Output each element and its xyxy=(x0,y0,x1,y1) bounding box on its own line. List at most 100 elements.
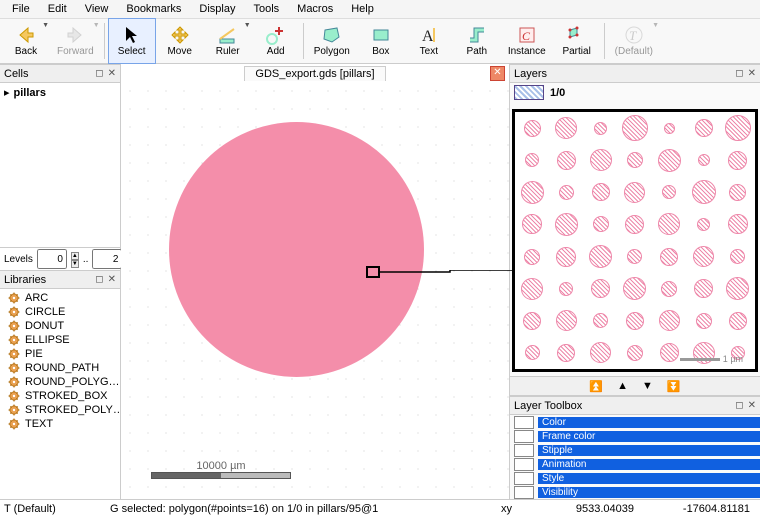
back-button[interactable]: ▼ Back xyxy=(2,18,50,64)
status-selection: G selected: polygon(#points=16) on 1/0 i… xyxy=(110,503,456,515)
prop-swatch xyxy=(514,430,534,443)
level-low-input[interactable] xyxy=(37,249,67,269)
toolbar-label: Select xyxy=(118,46,146,57)
menu-tools[interactable]: Tools xyxy=(245,1,287,17)
menu-file[interactable]: File xyxy=(4,1,38,17)
gear-icon xyxy=(8,418,20,430)
toolbar-label: Add xyxy=(267,46,285,57)
library-name: STROKED_POLY… xyxy=(25,404,120,416)
close-icon[interactable]: ✕ xyxy=(108,274,116,285)
path-button[interactable]: Path xyxy=(453,18,501,64)
toolbox-prop[interactable]: Visibility xyxy=(510,485,760,499)
layout-canvas[interactable]: 10000 µm xyxy=(121,82,509,499)
library-item[interactable]: STROKED_BOX xyxy=(2,389,118,403)
panel-title: Layers xyxy=(514,68,547,80)
undock-icon[interactable]: ◻ xyxy=(95,68,103,79)
prop-label: Visibility xyxy=(538,487,760,498)
selection-marker[interactable] xyxy=(366,266,380,278)
toolbox-prop[interactable]: Style xyxy=(510,471,760,485)
dropdown-icon[interactable]: ▼ xyxy=(244,22,251,29)
add-button[interactable]: Add xyxy=(252,18,300,64)
status-y: -17604.81181 xyxy=(650,503,756,515)
status-mode: T (Default) xyxy=(4,503,94,515)
dropdown-icon[interactable]: ▼ xyxy=(93,22,100,29)
library-item[interactable]: DONUT xyxy=(2,319,118,333)
polygon-button[interactable]: Polygon xyxy=(307,18,357,64)
layer-item[interactable]: 1/0 xyxy=(514,85,756,100)
menu-macros[interactable]: Macros xyxy=(289,1,341,17)
prop-label: Frame color xyxy=(538,431,760,442)
panel-title: Cells xyxy=(4,68,28,80)
default-button[interactable]: T ▼ (Default) xyxy=(608,18,660,64)
close-icon[interactable]: ✕ xyxy=(108,68,116,79)
menu-display[interactable]: Display xyxy=(191,1,243,17)
menu-help[interactable]: Help xyxy=(343,1,382,17)
nav-down-double-icon[interactable]: ⏬ xyxy=(663,380,685,393)
instance-icon: C xyxy=(517,25,537,45)
level-high-input[interactable] xyxy=(92,249,122,269)
library-item[interactable]: ELLIPSE xyxy=(2,333,118,347)
pillar-circle xyxy=(592,183,610,201)
menu-edit[interactable]: Edit xyxy=(40,1,75,17)
zoom-scale-bar: 1 µm xyxy=(680,354,743,364)
expand-icon[interactable]: ▸ xyxy=(4,86,10,99)
move-button[interactable]: Move xyxy=(156,18,204,64)
layers-list[interactable]: 1/0 xyxy=(510,83,760,105)
partial-button[interactable]: Partial xyxy=(553,18,601,64)
tab-close-icon[interactable]: ✕ xyxy=(490,66,505,81)
forward-button[interactable]: ▼ Forward xyxy=(50,18,101,64)
undock-icon[interactable]: ◻ xyxy=(735,68,743,79)
library-item[interactable]: STROKED_POLY… xyxy=(2,403,118,417)
box-button[interactable]: Box xyxy=(357,18,405,64)
file-tab[interactable]: GDS_export.gds [pillars] xyxy=(244,66,385,81)
pillar-circle xyxy=(661,281,677,297)
library-item[interactable]: CIRCLE xyxy=(2,305,118,319)
nav-down-icon[interactable]: ▼ xyxy=(638,380,657,392)
library-item[interactable]: TEXT xyxy=(2,417,118,431)
undock-icon[interactable]: ◻ xyxy=(95,274,103,285)
pillar-circle xyxy=(521,278,543,300)
pillar-circle xyxy=(624,182,645,203)
toolbox-prop[interactable]: Frame color xyxy=(510,429,760,443)
dropdown-icon[interactable]: ▼ xyxy=(652,22,659,29)
prop-label: Stipple xyxy=(538,445,760,456)
libraries-panel-header: Libraries ◻✕ xyxy=(0,270,120,289)
instance-button[interactable]: C Instance xyxy=(501,18,553,64)
level-low-spinner[interactable]: ▲▼ xyxy=(71,252,79,266)
undock-icon[interactable]: ◻ xyxy=(735,400,743,411)
pillar-circle xyxy=(557,151,576,170)
pillar-circle xyxy=(556,310,577,331)
toolbox-prop[interactable]: Color xyxy=(510,415,760,429)
panel-title: Layer Toolbox xyxy=(514,400,582,412)
pillar-circle xyxy=(594,122,607,135)
cell-item[interactable]: ▸ pillars xyxy=(2,85,118,100)
layout-shape-circle[interactable] xyxy=(169,122,424,377)
dropdown-icon[interactable]: ▼ xyxy=(42,22,49,29)
select-button[interactable]: Select xyxy=(108,18,156,64)
nav-up-icon[interactable]: ▲ xyxy=(613,380,632,392)
layer-toolbox-header: Layer Toolbox ◻ ✕ xyxy=(510,396,760,415)
close-icon[interactable]: ✕ xyxy=(748,68,756,79)
menu-view[interactable]: View xyxy=(77,1,117,17)
nav-up-double-icon[interactable]: ⏫ xyxy=(585,380,607,393)
library-item[interactable]: PIE xyxy=(2,347,118,361)
library-item[interactable]: ARC xyxy=(2,291,118,305)
pillar-circle xyxy=(627,345,643,361)
pillar-circle xyxy=(525,345,540,360)
library-item[interactable]: ROUND_PATH xyxy=(2,361,118,375)
pillar-circle xyxy=(698,154,710,166)
toolbox-prop[interactable]: Stipple xyxy=(510,443,760,457)
toolbox-prop[interactable]: Animation xyxy=(510,457,760,471)
cells-list[interactable]: ▸ pillars xyxy=(0,83,120,247)
pillar-circle xyxy=(593,216,609,232)
layer-toolbox-list[interactable]: Color Frame color StippleAnimationStyle Vis… xyxy=(510,415,760,499)
ruler-button[interactable]: ▼ Ruler xyxy=(204,18,252,64)
text-button[interactable]: A Text xyxy=(405,18,453,64)
pillar-circle xyxy=(693,246,714,267)
libraries-list[interactable]: ARCCIRCLEDONUTELLIPSEPIEROUND_PATHROUND_… xyxy=(0,289,120,499)
close-icon[interactable]: ✕ xyxy=(748,400,756,411)
pillar-circle xyxy=(730,249,745,264)
menu-bookmarks[interactable]: Bookmarks xyxy=(118,1,189,17)
gear-icon xyxy=(8,390,20,402)
library-item[interactable]: ROUND_POLYG… xyxy=(2,375,118,389)
